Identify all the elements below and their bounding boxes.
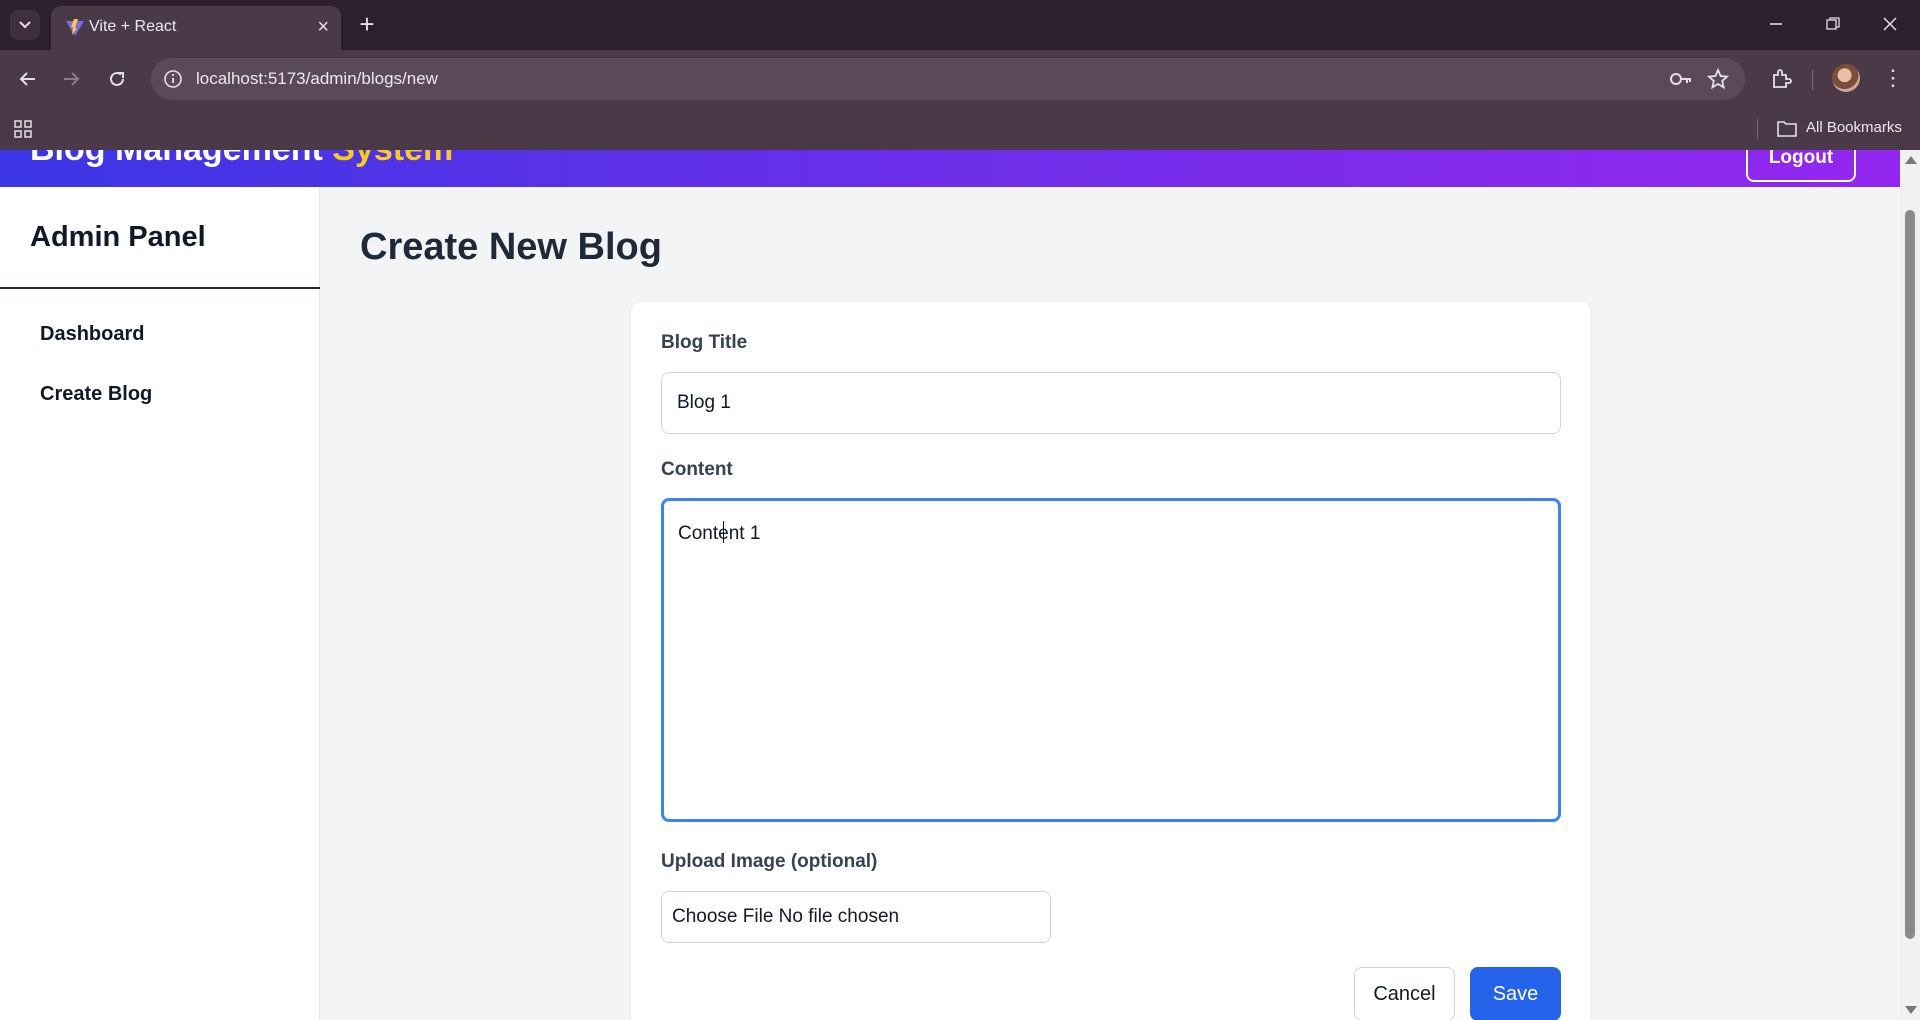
- bookmarks-divider: [1757, 119, 1758, 139]
- bookmark-star-icon[interactable]: [1707, 68, 1729, 90]
- url-text: localhost:5173/admin/blogs/new: [196, 69, 438, 88]
- page-title: Create New Blog: [360, 226, 662, 268]
- extensions-icon[interactable]: [1770, 67, 1794, 91]
- browser-tab[interactable]: Vite + React ×: [51, 6, 341, 50]
- content-text-before-caret: Conte: [678, 523, 729, 544]
- forward-icon[interactable]: [56, 63, 88, 95]
- choose-file-button[interactable]: Choose File: [672, 906, 773, 928]
- scroll-up-icon[interactable]: [1905, 156, 1917, 164]
- page-scrollbar[interactable]: [1900, 150, 1920, 1020]
- tab-search-icon[interactable]: [10, 10, 40, 40]
- all-bookmarks-link[interactable]: All Bookmarks: [1806, 119, 1902, 136]
- close-window-icon[interactable]: [1872, 8, 1908, 40]
- address-bar[interactable]: localhost:5173/admin/blogs/new: [151, 58, 1745, 100]
- brand-accent: System: [332, 150, 453, 168]
- browser-tab-strip: Vite + React × +: [0, 0, 1920, 50]
- sidebar-item-create-blog[interactable]: Create Blog: [40, 383, 152, 406]
- minimize-icon[interactable]: [1758, 8, 1794, 40]
- sidebar: Admin Panel Dashboard Create Blog: [0, 187, 320, 1020]
- blog-form-card: Blog Title Blog 1 Content Content 1 Uplo…: [631, 302, 1591, 1020]
- brand-title: Blog Management System: [30, 150, 453, 169]
- text-caret: [722, 521, 724, 543]
- blog-title-value: Blog 1: [677, 392, 731, 413]
- content-text-after-caret: nt 1: [728, 523, 761, 544]
- sidebar-title: Admin Panel: [30, 221, 206, 253]
- back-icon[interactable]: [11, 63, 43, 95]
- file-status: No file chosen: [778, 906, 900, 927]
- restore-icon[interactable]: [1815, 8, 1851, 40]
- sidebar-item-dashboard[interactable]: Dashboard: [40, 323, 144, 346]
- reload-icon[interactable]: [101, 63, 133, 95]
- scroll-down-icon[interactable]: [1905, 1006, 1917, 1014]
- folder-icon: [1777, 121, 1797, 137]
- page-viewport: Blog Management System Logout Admin Pane…: [0, 150, 1920, 1020]
- scrollbar-thumb[interactable]: [1905, 210, 1915, 939]
- new-tab-icon[interactable]: +: [352, 10, 382, 40]
- blog-title-label: Blog Title: [661, 332, 748, 353]
- apps-icon[interactable]: [13, 119, 33, 139]
- tab-title: Vite + React: [89, 18, 177, 35]
- blog-title-input[interactable]: Blog 1: [661, 372, 1561, 434]
- save-button[interactable]: Save: [1470, 967, 1561, 1020]
- brand-main: Blog Management: [30, 150, 323, 168]
- sidebar-divider: [0, 287, 320, 289]
- logout-button[interactable]: Logout: [1746, 150, 1856, 182]
- browser-toolbar: localhost:5173/admin/blogs/new ⋮: [0, 50, 1920, 108]
- menu-icon[interactable]: ⋮: [1882, 66, 1904, 92]
- close-icon[interactable]: ×: [317, 15, 329, 39]
- upload-image-label: Upload Image (optional): [661, 851, 878, 872]
- profile-avatar[interactable]: [1832, 64, 1860, 92]
- content-label: Content: [661, 459, 733, 480]
- content-textarea[interactable]: Content 1: [661, 498, 1561, 822]
- file-input[interactable]: Choose File No file chosen: [661, 891, 1051, 943]
- vite-favicon-icon: [66, 19, 84, 36]
- cancel-button[interactable]: Cancel: [1354, 967, 1455, 1020]
- app-header: Blog Management System Logout: [0, 150, 1900, 187]
- password-key-icon[interactable]: [1669, 69, 1693, 89]
- toolbar-divider: [1812, 70, 1813, 90]
- site-info-icon[interactable]: [163, 69, 183, 89]
- bookmarks-bar: All Bookmarks: [0, 108, 1920, 150]
